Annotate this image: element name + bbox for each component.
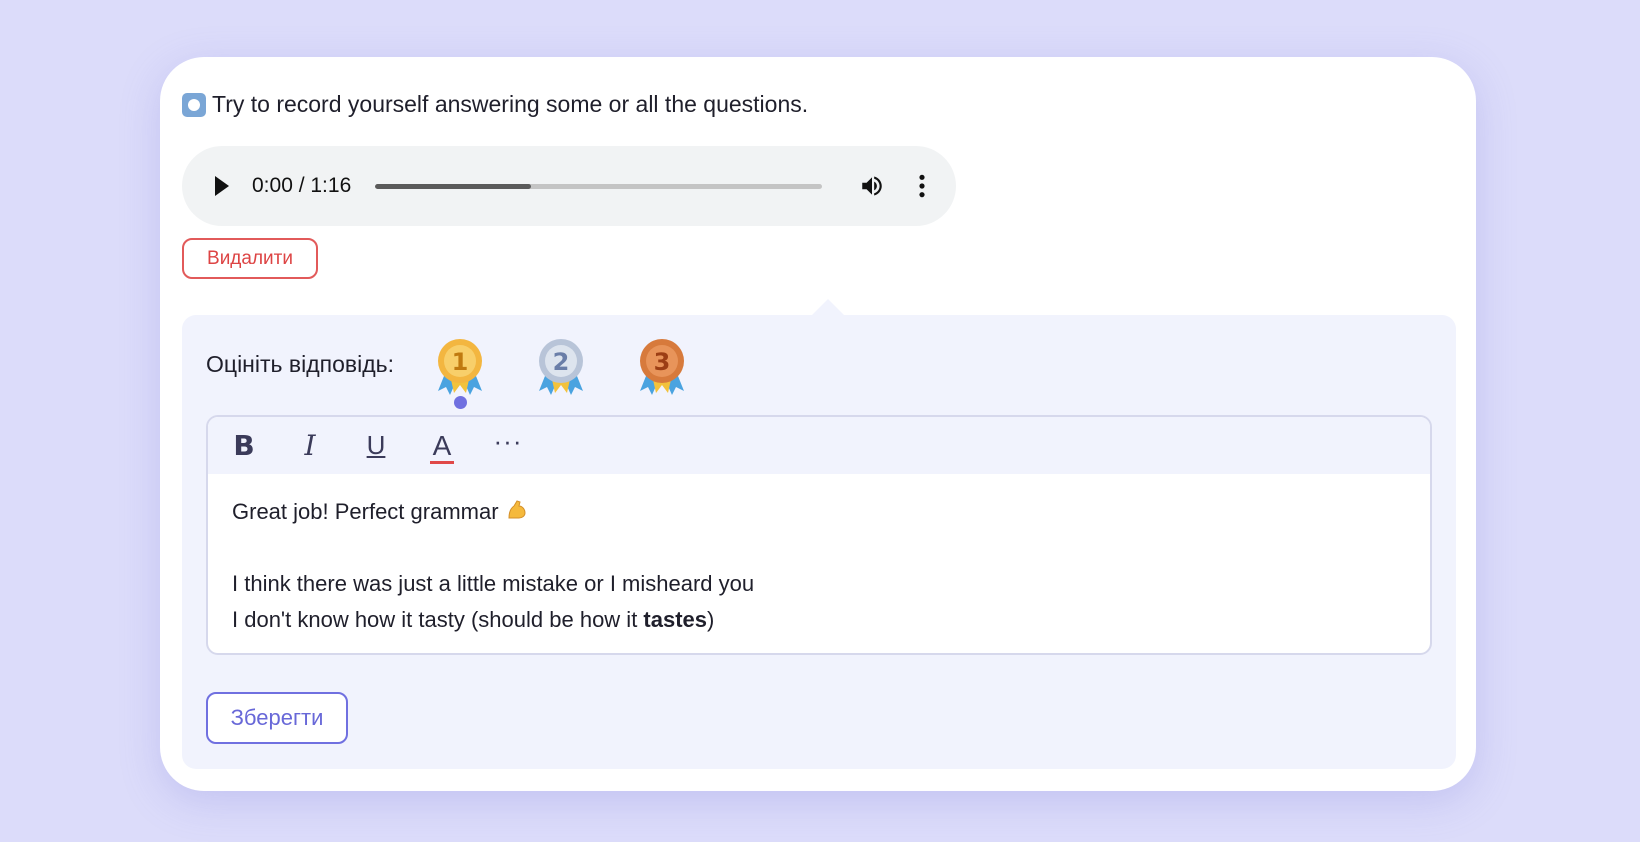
more-vertical-icon[interactable] <box>915 173 929 199</box>
instruction-text: Try to record yourself answering some or… <box>212 91 809 117</box>
save-button[interactable]: Зберегти <box>206 692 348 744</box>
play-icon[interactable] <box>215 176 229 196</box>
editor-line-3-suffix: ) <box>707 607 715 632</box>
delete-button[interactable]: Видалити <box>182 238 318 279</box>
svg-text:1: 1 <box>452 348 469 376</box>
editor-line-3-bold: tastes <box>643 607 708 632</box>
underline-button[interactable]: U <box>362 430 390 462</box>
audio-player: 0:00 / 1:16 <box>182 146 956 226</box>
text-color-button[interactable]: A <box>428 429 456 464</box>
editor-line-1-text: Great job! Perfect grammar <box>232 499 499 524</box>
text-color-swatch <box>430 460 454 464</box>
editor-blank-line <box>232 530 1406 566</box>
editor-line-1: Great job! Perfect grammar <box>232 494 1406 530</box>
rating-label: Оцініть відповідь: <box>206 351 395 377</box>
instruction: Try to record yourself answering some or… <box>182 91 808 118</box>
editor-content[interactable]: Great job! Perfect grammar I think there… <box>208 474 1430 653</box>
bronze-medal-3-icon[interactable]: 3 <box>634 335 690 397</box>
text-color-glyph: A <box>432 429 452 461</box>
italic-button[interactable]: I <box>296 429 324 462</box>
editor-line-3-prefix: I don't know how it tasty (should be how… <box>232 607 644 632</box>
audio-progress-fill <box>375 184 532 189</box>
editor-toolbar: B I U A ··· <box>208 417 1430 474</box>
bold-button[interactable]: B <box>230 429 258 462</box>
record-button-icon <box>182 92 206 117</box>
comment-editor[interactable]: B I U A ··· Great job! Perfect grammar I… <box>206 415 1432 655</box>
gold-medal-1-icon[interactable]: 1 <box>432 335 488 397</box>
rating-panel: Оцініть відповідь: 1 2 3 B I U A ··· Gre… <box>182 299 1456 769</box>
volume-icon[interactable] <box>859 173 885 199</box>
svg-text:3: 3 <box>654 348 671 376</box>
flexed-biceps-icon <box>508 500 526 519</box>
editor-line-3: I don't know how it tasty (should be how… <box>232 602 1406 638</box>
editor-line-2: I think there was just a little mistake … <box>232 571 755 596</box>
selected-rating-indicator <box>454 396 467 409</box>
silver-medal-2-icon[interactable]: 2 <box>533 335 589 397</box>
feedback-card: Try to record yourself answering some or… <box>160 57 1476 791</box>
more-options-button[interactable]: ··· <box>494 426 522 458</box>
audio-progress-bar[interactable] <box>375 184 822 189</box>
svg-text:2: 2 <box>553 348 570 376</box>
audio-time: 0:00 / 1:16 <box>252 174 352 197</box>
